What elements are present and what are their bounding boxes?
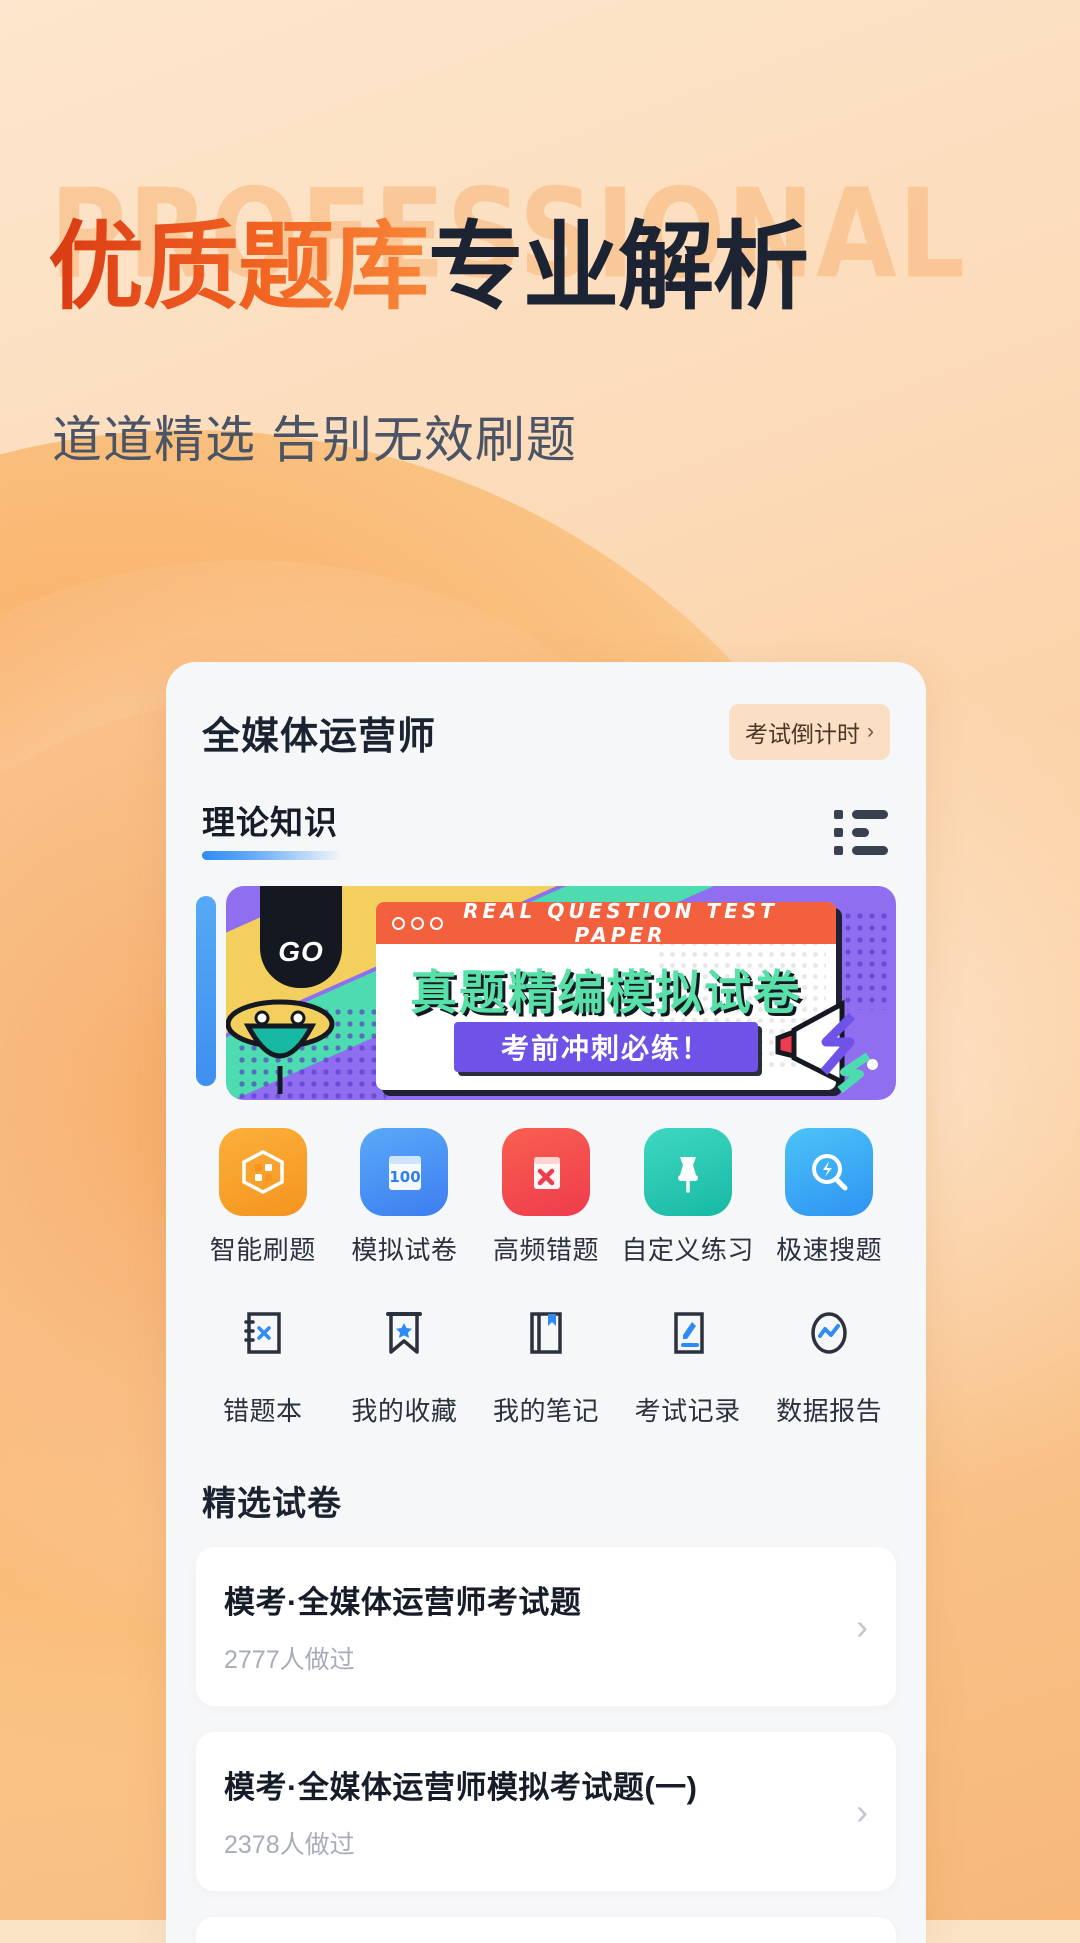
quick-action-frequent-errors[interactable]: 高频错题 bbox=[475, 1128, 617, 1267]
tab-active-underline bbox=[202, 851, 342, 860]
quick-action-data-report[interactable]: 数据报告 bbox=[758, 1289, 900, 1428]
tab-bar: 理论知识 bbox=[166, 760, 926, 860]
banner-titlebar: REAL QUESTION TEST PAPER bbox=[376, 899, 836, 947]
hero-title-dark: 专业解析 bbox=[428, 214, 809, 321]
paper-attempts: 2777人做过 bbox=[224, 1646, 355, 1674]
chevron-right-icon: › bbox=[856, 1605, 868, 1647]
chart-oval-icon bbox=[785, 1289, 873, 1377]
ufo-mushroom-icon bbox=[226, 999, 335, 1094]
banner-subtitle-chip: 考前冲刺必练！ bbox=[454, 1022, 758, 1072]
quick-action-label: 考试记录 bbox=[634, 1396, 741, 1426]
quick-action-error-notebook[interactable]: 错题本 bbox=[192, 1289, 334, 1428]
chevron-right-icon: › bbox=[867, 720, 874, 743]
tab-theory-knowledge[interactable]: 理论知识 bbox=[202, 796, 342, 860]
bookmark-star-icon bbox=[360, 1289, 448, 1377]
quick-action-label: 自定义练习 bbox=[621, 1235, 754, 1265]
list-item-partial[interactable] bbox=[196, 1917, 896, 1943]
paper-name: 模考·全媒体运营师模拟考试题(一) bbox=[224, 1770, 698, 1805]
notebook-x-icon bbox=[219, 1289, 307, 1377]
chevron-right-icon: › bbox=[856, 1790, 868, 1832]
quick-action-mock-paper[interactable]: 100 模拟试卷 bbox=[334, 1128, 476, 1267]
tab-label: 理论知识 bbox=[202, 804, 338, 841]
page-title: 优质题库专业解析 bbox=[48, 220, 809, 316]
banner-header-text: REAL QUESTION TEST PAPER bbox=[463, 899, 778, 947]
quick-action-label: 我的笔记 bbox=[492, 1396, 599, 1426]
list-view-icon[interactable] bbox=[834, 800, 890, 860]
quick-action-label: 高频错题 bbox=[492, 1235, 599, 1265]
exam-countdown-button[interactable]: 考试倒计时 › bbox=[729, 704, 890, 760]
quick-action-label: 智能刷题 bbox=[209, 1235, 316, 1265]
card-header: 全媒体运营师 考试倒计时 › bbox=[166, 662, 926, 760]
banner-window-dots-icon bbox=[392, 916, 443, 930]
quick-action-my-notes[interactable]: 我的笔记 bbox=[475, 1289, 617, 1428]
pushpin-icon bbox=[643, 1128, 732, 1216]
quick-action-grid: 智能刷题 100 模拟试卷 高频错题 自定义练习 极速搜题 错题本 我的收藏 我… bbox=[166, 1100, 926, 1454]
quick-action-label: 模拟试卷 bbox=[351, 1235, 458, 1265]
banner-page-dot bbox=[867, 1059, 878, 1070]
book-mark-icon bbox=[502, 1289, 590, 1377]
banner-side-accent bbox=[196, 896, 216, 1086]
pencil-record-icon bbox=[644, 1289, 732, 1377]
list-item[interactable]: 模考·全媒体运营师模拟考试题(一) 2378人做过 › bbox=[196, 1732, 896, 1891]
app-preview-card: 全媒体运营师 考试倒计时 › 理论知识 GO REAL QUESTION TES… bbox=[166, 662, 926, 1943]
quick-action-exam-records[interactable]: 考试记录 bbox=[617, 1289, 759, 1428]
banner-subtitle: 考前冲刺必练！ bbox=[500, 1033, 711, 1064]
hexagon-puzzle-icon bbox=[218, 1128, 307, 1216]
quick-action-custom-practice[interactable]: 自定义练习 bbox=[617, 1128, 759, 1267]
promo-banner-wrapper: GO REAL QUESTION TEST PAPER 真题精编模拟试卷 考前冲… bbox=[196, 886, 896, 1100]
section-title-featured-papers: 精选试卷 bbox=[202, 1485, 342, 1523]
quick-action-label: 错题本 bbox=[223, 1396, 303, 1426]
paper-100-icon: 100 bbox=[360, 1128, 449, 1216]
search-lightning-icon bbox=[785, 1128, 874, 1216]
promo-banner[interactable]: GO REAL QUESTION TEST PAPER 真题精编模拟试卷 考前冲… bbox=[226, 886, 896, 1100]
hero-subtitle: 道道精选 告别无效刷题 bbox=[52, 412, 577, 468]
go-badge-label: GO bbox=[278, 936, 324, 967]
hero-title-orange: 优质题库 bbox=[48, 214, 429, 321]
paper-attempts: 2378人做过 bbox=[224, 1831, 355, 1859]
quick-action-smart-practice[interactable]: 智能刷题 bbox=[192, 1128, 334, 1267]
quick-action-label: 极速搜题 bbox=[776, 1235, 883, 1265]
course-title: 全媒体运营师 bbox=[202, 715, 437, 758]
paper-name: 模考·全媒体运营师考试题 bbox=[224, 1585, 582, 1620]
quick-action-my-favorites[interactable]: 我的收藏 bbox=[334, 1289, 476, 1428]
quick-action-quick-search[interactable]: 极速搜题 bbox=[758, 1128, 900, 1267]
book-x-icon bbox=[501, 1128, 590, 1216]
megaphone-icon bbox=[775, 999, 871, 1094]
svg-text:100: 100 bbox=[390, 1168, 421, 1186]
featured-paper-list: 模考·全媒体运营师考试题 2777人做过 › 模考·全媒体运营师模拟考试题(一)… bbox=[166, 1525, 926, 1943]
exam-countdown-label: 考试倒计时 bbox=[745, 721, 860, 747]
quick-action-label: 数据报告 bbox=[776, 1396, 883, 1426]
quick-action-label: 我的收藏 bbox=[351, 1396, 458, 1426]
list-item[interactable]: 模考·全媒体运营师考试题 2777人做过 › bbox=[196, 1547, 896, 1706]
